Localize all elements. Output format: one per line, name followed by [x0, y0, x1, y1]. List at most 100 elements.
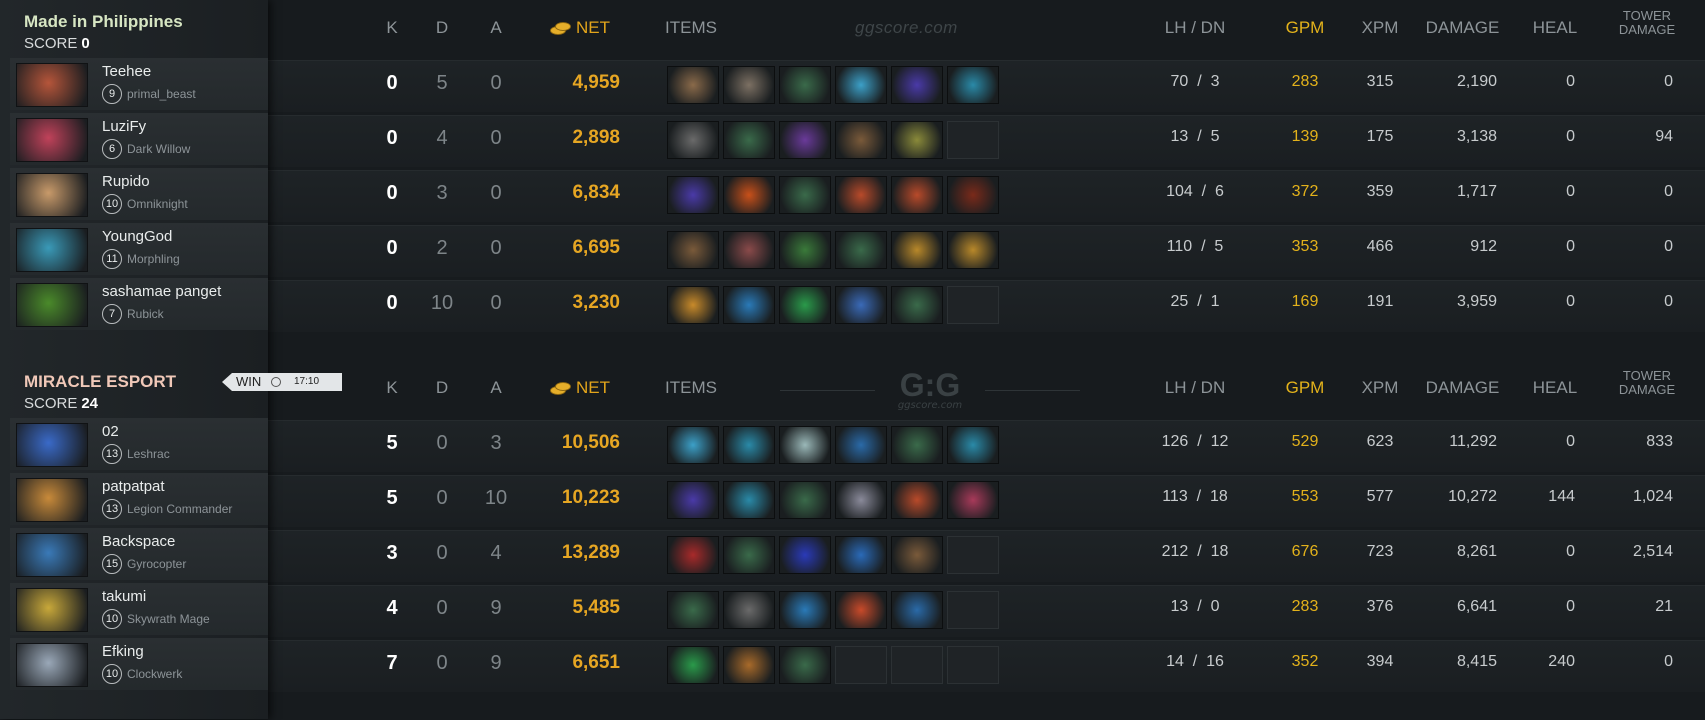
blade-item-icon[interactable] — [891, 426, 943, 464]
player-card[interactable]: Teehee 9 primal_beast — [10, 58, 268, 110]
spear-item-icon[interactable] — [779, 536, 831, 574]
match-duration: 17:10 — [294, 376, 320, 387]
hero-level-badge: 10 — [102, 609, 122, 629]
slippers-item-icon[interactable] — [779, 286, 831, 324]
player-card[interactable]: patpatpat 13 Legion Commander — [10, 473, 268, 525]
mask-item-icon[interactable] — [891, 121, 943, 159]
player-card[interactable]: 02 13 Leshrac — [10, 418, 268, 470]
player-card[interactable]: sashamae panget 7 Rubick — [10, 278, 268, 330]
wards-item-icon[interactable] — [779, 591, 831, 629]
tower-damage-value: 1,024 — [1632, 488, 1673, 505]
sickle-item-icon[interactable] — [667, 121, 719, 159]
hood-item-icon[interactable] — [667, 481, 719, 519]
orb-item-icon[interactable] — [779, 121, 831, 159]
blink-item-icon[interactable] — [835, 481, 887, 519]
scroll-item-icon[interactable] — [835, 426, 887, 464]
blade-item-icon[interactable] — [723, 121, 775, 159]
sickle-item-icon[interactable] — [723, 591, 775, 629]
ring-item-icon[interactable] — [835, 176, 887, 214]
crown-item-icon[interactable] — [723, 646, 775, 684]
blade-item-icon[interactable] — [779, 176, 831, 214]
wind-lace-item-icon[interactable] — [723, 426, 775, 464]
blade-item-icon[interactable] — [835, 231, 887, 269]
blade-item-icon[interactable] — [891, 286, 943, 324]
scroll-item-icon[interactable] — [891, 591, 943, 629]
gpm-value: 283 — [1291, 598, 1319, 615]
player-row: sashamae panget 7 Rubick 0 10 0 3,230 25 / 1 169… — [0, 278, 1705, 334]
lh-dn-separator: / — [1188, 433, 1211, 450]
player-name[interactable]: Rupido — [102, 173, 150, 190]
player-card[interactable]: Efking 10 Clockwerk — [10, 638, 268, 690]
player-name[interactable]: Teehee — [102, 63, 151, 80]
blade-item-icon[interactable] — [779, 646, 831, 684]
shield-item-icon[interactable] — [835, 591, 887, 629]
lasthits-denies-value: 14 / 16 — [1140, 653, 1250, 671]
column-header-net: NET — [540, 18, 620, 38]
mango-item-icon[interactable] — [667, 286, 719, 324]
sword-item-icon[interactable] — [779, 231, 831, 269]
lasthits-value: 25 — [1170, 293, 1189, 310]
bottle-item-icon[interactable] — [835, 66, 887, 104]
wind-lace-item-icon[interactable] — [947, 426, 999, 464]
slippers-item-icon[interactable] — [667, 646, 719, 684]
player-name[interactable]: takumi — [102, 588, 146, 605]
deaths-value: 0 — [436, 542, 448, 564]
tower-damage-value: 21 — [1655, 598, 1673, 615]
boots-item-icon[interactable] — [835, 121, 887, 159]
empty-item-slot — [947, 286, 999, 324]
column-header-assists: A — [490, 378, 502, 397]
denies-value: 16 — [1206, 653, 1224, 670]
player-name[interactable]: patpatpat — [102, 478, 165, 495]
player-card[interactable]: YoungGod 11 Morphling — [10, 223, 268, 275]
hero-portrait — [16, 533, 88, 577]
player-name[interactable]: YoungGod — [102, 228, 172, 245]
ring-item-icon[interactable] — [891, 176, 943, 214]
hero-damage-value: 10,272 — [1448, 488, 1497, 505]
eul-item-icon[interactable] — [779, 426, 831, 464]
player-card[interactable]: Backspace 15 Gyrocopter — [10, 528, 268, 580]
player-card[interactable]: Rupido 10 Omniknight — [10, 168, 268, 220]
blade-item-icon[interactable] — [667, 591, 719, 629]
phoenix-item-icon[interactable] — [723, 176, 775, 214]
assists-value: 0 — [490, 182, 502, 204]
blade-item-icon[interactable] — [723, 536, 775, 574]
hood-item-icon[interactable] — [667, 176, 719, 214]
dagger-item-icon[interactable] — [835, 536, 887, 574]
chainmail-item-icon[interactable] — [723, 66, 775, 104]
blade-item-icon[interactable] — [779, 481, 831, 519]
potion-item-icon[interactable] — [835, 286, 887, 324]
claw-item-icon[interactable] — [891, 231, 943, 269]
kills-value: 4 — [386, 597, 398, 619]
axe-item-icon[interactable] — [667, 66, 719, 104]
ring-item-icon[interactable] — [891, 481, 943, 519]
net-worth-value: 6,695 — [572, 237, 620, 258]
xpm-value: 315 — [1366, 73, 1394, 90]
player-name[interactable]: sashamae panget — [102, 283, 221, 300]
player-name[interactable]: 02 — [102, 423, 119, 440]
blade-item-icon[interactable] — [779, 66, 831, 104]
wind-lace-item-icon[interactable] — [723, 481, 775, 519]
deaths-value: 5 — [436, 72, 448, 94]
claw-item-icon[interactable] — [947, 231, 999, 269]
cloak-item-icon[interactable] — [947, 176, 999, 214]
team-name: MIRACLE ESPORT — [24, 372, 177, 391]
wards-item-icon[interactable] — [723, 286, 775, 324]
player-name[interactable]: Efking — [102, 643, 144, 660]
helm-item-icon[interactable] — [723, 231, 775, 269]
boots-item-icon[interactable] — [667, 231, 719, 269]
armor-item-icon[interactable] — [667, 536, 719, 574]
player-card[interactable]: takumi 10 Skywrath Mage — [10, 583, 268, 635]
kills-value: 7 — [386, 652, 398, 674]
bottle-item-icon[interactable] — [667, 426, 719, 464]
hood-item-icon[interactable] — [891, 66, 943, 104]
tower-header-line1: TOWER — [1622, 8, 1672, 23]
kills-value: 0 — [386, 127, 398, 149]
player-card[interactable]: LuziFy 6 Dark Willow — [10, 113, 268, 165]
lasthits-denies-value: 110 / 5 — [1140, 238, 1250, 256]
wind-lace-item-icon[interactable] — [947, 66, 999, 104]
boots-item-icon[interactable] — [891, 536, 943, 574]
player-name[interactable]: Backspace — [102, 533, 175, 550]
octopus-item-icon[interactable] — [947, 481, 999, 519]
player-name[interactable]: LuziFy — [102, 118, 146, 135]
kills-value: 0 — [386, 182, 398, 204]
